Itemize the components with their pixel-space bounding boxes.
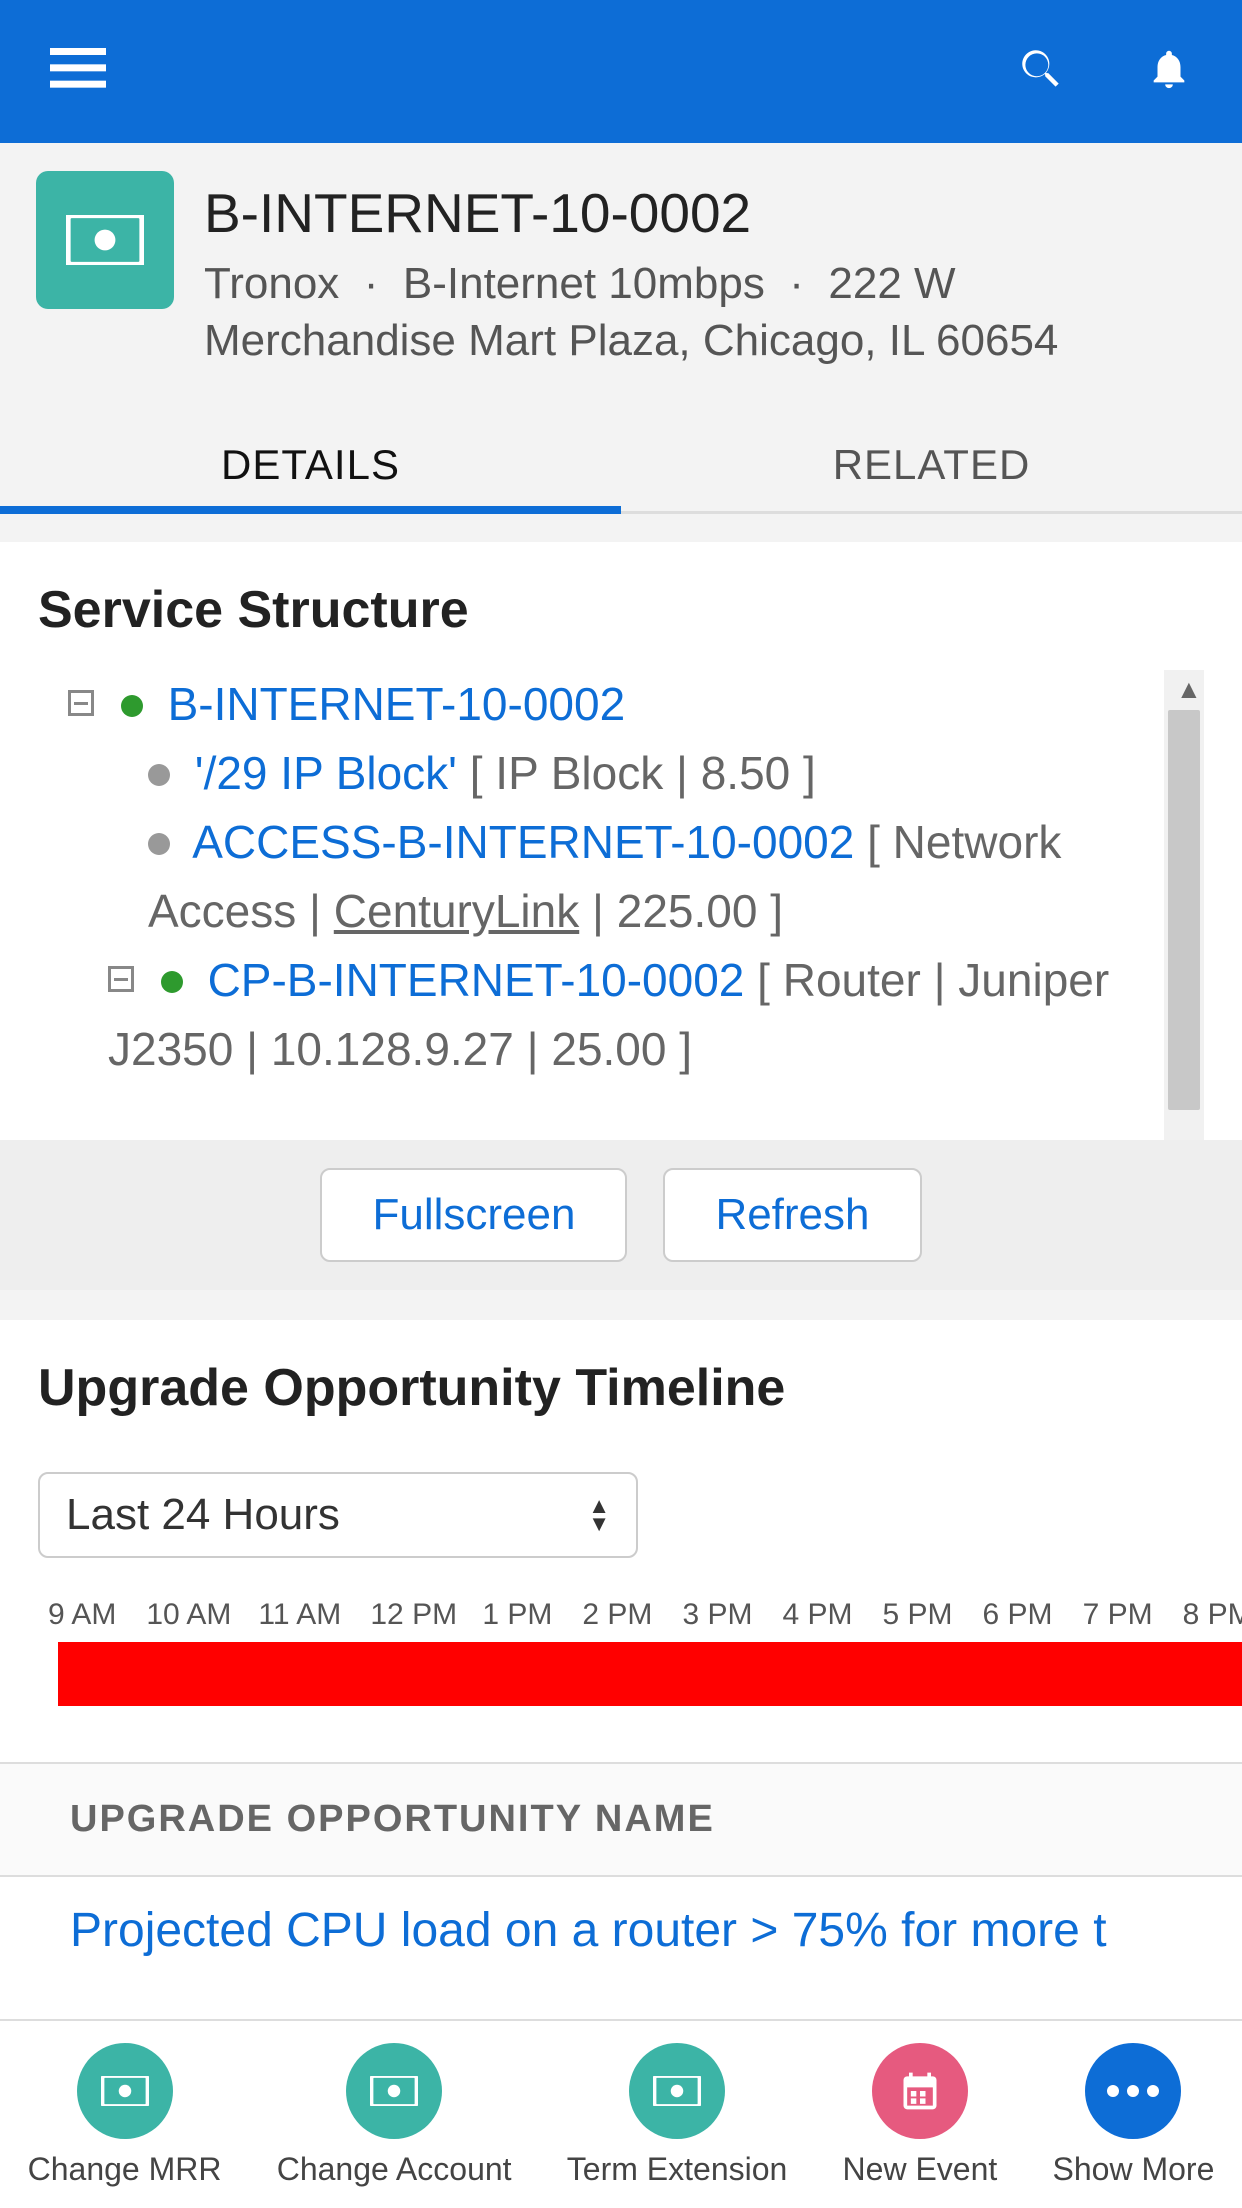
service-structure-title: Service Structure [38, 580, 1204, 640]
tab-details[interactable]: DETAILS [0, 419, 621, 511]
tree-cp-link[interactable]: CP-B-INTERNET-10-0002 [208, 954, 745, 1006]
tree-ip-block[interactable]: '/29 IP Block' [ IP Block | 8.50 ] [48, 739, 1204, 808]
axis-label: 9 AM [48, 1598, 116, 1632]
menu-icon[interactable] [50, 47, 106, 96]
status-dot-icon [148, 833, 170, 855]
record-title: B-INTERNET-10-0002 [204, 181, 1206, 245]
bell-icon[interactable] [1146, 44, 1192, 99]
calendar-icon [872, 2043, 968, 2139]
money-icon [346, 2043, 442, 2139]
time-range-select[interactable]: Last 24 Hours ▲▼ [38, 1472, 638, 1558]
tree-access-meta-post: | 225.00 ] [579, 885, 783, 937]
term-extension-button[interactable]: Term Extension [567, 2043, 788, 2188]
axis-label: 10 AM [146, 1598, 228, 1632]
timeline-event-bar[interactable] [58, 1642, 1242, 1706]
timeline-title: Upgrade Opportunity Timeline [38, 1358, 1204, 1418]
collapse-icon[interactable] [68, 690, 94, 716]
show-more-button[interactable]: Show More [1053, 2043, 1215, 2188]
scroll-up-icon[interactable]: ▲ [1176, 674, 1202, 705]
action-label: Change MRR [28, 2151, 222, 2188]
service-structure-panel: Service Structure ▲ B-INTERNET-10-0002 '… [0, 542, 1242, 1140]
record-subtitle: Tronox · B-Internet 10mbps · 222 W Merch… [204, 255, 1206, 369]
collapse-icon[interactable] [108, 966, 134, 992]
axis-label: 8 PM [1183, 1598, 1242, 1632]
status-dot-icon [148, 764, 170, 786]
scroll-thumb[interactable] [1168, 710, 1200, 1110]
tree-root-link[interactable]: B-INTERNET-10-0002 [168, 678, 626, 730]
timeline-panel: Upgrade Opportunity Timeline Last 24 Hou… [0, 1320, 1242, 2022]
axis-label: 6 PM [983, 1598, 1053, 1632]
axis-label: 4 PM [782, 1598, 852, 1632]
new-event-button[interactable]: New Event [843, 2043, 998, 2188]
top-navbar [0, 0, 1242, 143]
tree-scrollbar[interactable]: ▲ [1164, 670, 1204, 1140]
record-header: B-INTERNET-10-0002 Tronox · B-Internet 1… [0, 143, 1242, 369]
action-label: Change Account [277, 2151, 512, 2188]
time-axis: 9 AM 10 AM 11 AM 12 PM 1 PM 2 PM 3 PM 4 … [38, 1598, 1204, 1632]
axis-label: 7 PM [1083, 1598, 1153, 1632]
record-product: B-Internet 10mbps [403, 259, 765, 308]
record-type-icon [36, 171, 174, 309]
fullscreen-button[interactable]: Fullscreen [320, 1168, 627, 1262]
change-mrr-button[interactable]: Change MRR [28, 2043, 222, 2188]
axis-label: 2 PM [582, 1598, 652, 1632]
tab-related[interactable]: RELATED [621, 419, 1242, 511]
axis-label: 1 PM [482, 1598, 552, 1632]
opportunity-table-header: UPGRADE OPPORTUNITY NAME [0, 1762, 1242, 1877]
axis-label: 11 AM [258, 1598, 340, 1632]
time-range-value: Last 24 Hours [66, 1490, 340, 1540]
more-icon [1085, 2043, 1181, 2139]
axis-label: 3 PM [682, 1598, 752, 1632]
status-dot-icon [121, 695, 143, 717]
tree-access[interactable]: ACCESS-B-INTERNET-10-0002 [ Network Acce… [48, 808, 1204, 946]
record-account: Tronox [204, 259, 339, 308]
action-label: Term Extension [567, 2151, 788, 2188]
tree-root[interactable]: B-INTERNET-10-0002 [48, 670, 1204, 739]
bottom-action-bar: Change MRR Change Account Term Extension… [0, 2019, 1242, 2208]
tree-cp[interactable]: CP-B-INTERNET-10-0002 [ Router | Juniper… [48, 946, 1204, 1084]
search-icon[interactable] [1016, 44, 1066, 99]
opportunity-row-link[interactable]: Projected CPU load on a router > 75% for… [0, 1877, 1242, 1984]
axis-label: 12 PM [370, 1598, 452, 1632]
select-arrows-icon: ▲▼ [588, 1497, 610, 1533]
tree-button-bar: Fullscreen Refresh [0, 1140, 1242, 1290]
change-account-button[interactable]: Change Account [277, 2043, 512, 2188]
tree-access-link[interactable]: ACCESS-B-INTERNET-10-0002 [192, 816, 854, 868]
refresh-button[interactable]: Refresh [663, 1168, 921, 1262]
action-label: New Event [843, 2151, 998, 2188]
money-icon [77, 2043, 173, 2139]
tabs: DETAILS RELATED [0, 419, 1242, 514]
axis-label: 5 PM [883, 1598, 953, 1632]
tree-ip-meta: [ IP Block | 8.50 ] [470, 747, 816, 799]
tree-access-vendor[interactable]: CenturyLink [334, 885, 579, 937]
action-label: Show More [1053, 2151, 1215, 2188]
status-dot-icon [161, 971, 183, 993]
tree-ip-link[interactable]: '/29 IP Block' [195, 747, 457, 799]
service-tree: ▲ B-INTERNET-10-0002 '/29 IP Block' [ IP… [38, 670, 1204, 1140]
money-icon [629, 2043, 725, 2139]
